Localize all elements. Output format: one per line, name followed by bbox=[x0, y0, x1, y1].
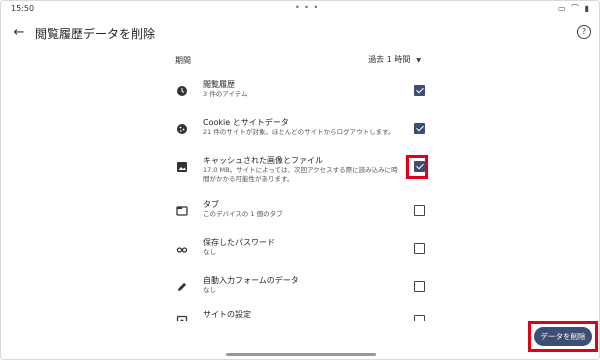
period-label: 期間 bbox=[175, 56, 191, 65]
page-title: 閲覧履歴データを削除 bbox=[35, 27, 156, 41]
item-title: サイトの設定 bbox=[203, 310, 251, 319]
checkbox[interactable] bbox=[414, 85, 425, 96]
key-icon bbox=[176, 247, 188, 253]
image-icon bbox=[177, 162, 187, 172]
item-subtitle: なし bbox=[203, 248, 216, 256]
dropdown-arrow-icon: ▼ bbox=[416, 57, 421, 64]
pencil-icon bbox=[178, 282, 187, 291]
list-item-cache[interactable]: キャッシュされた画像とファイル 17.0 MB。サイトによっては、次回アクセスす… bbox=[169, 151, 435, 189]
period-row: 期間 過去 1 時間 ▼ bbox=[169, 47, 435, 75]
list-item-cookies[interactable]: Cookie とサイトデータ 21 件のサイトが対象。ほとんどのサイトからログア… bbox=[169, 113, 435, 151]
tab-icon bbox=[176, 206, 188, 216]
cookie-icon bbox=[177, 124, 187, 134]
clear-data-list: 期間 過去 1 時間 ▼ 閲覧履歴 3 件のアイテム Cookie とサイトデータ… bbox=[169, 47, 435, 321]
period-dropdown[interactable]: 過去 1 時間 ▼ bbox=[368, 54, 421, 65]
delete-data-button[interactable]: データを削除 bbox=[534, 327, 592, 346]
item-title: 保存したパスワード bbox=[203, 238, 275, 247]
item-title: キャッシュされた画像とファイル bbox=[203, 156, 323, 165]
item-title: 閲覧履歴 bbox=[203, 80, 235, 89]
status-icons: ▭ ⌒ ▮ bbox=[555, 3, 589, 14]
checkbox[interactable] bbox=[414, 315, 425, 321]
list-item-tabs[interactable]: タブ このデバイスの 1 個のタブ bbox=[169, 195, 435, 233]
list-item-site-settings[interactable]: サイトの設定 bbox=[169, 305, 435, 321]
checkbox[interactable] bbox=[414, 243, 425, 254]
wifi-icon: ⌒ bbox=[571, 4, 580, 13]
status-dots: • • • bbox=[295, 3, 320, 12]
cache-checkbox-highlight bbox=[406, 155, 428, 179]
app-window: 15:50 • • • ▭ ⌒ ▮ ← 閲覧履歴データを削除 ? 期間 過去 1… bbox=[0, 0, 600, 360]
item-subtitle: なし bbox=[203, 286, 216, 294]
toolbar: ← 閲覧履歴データを削除 ? bbox=[1, 19, 599, 47]
item-subtitle: 21 件のサイトが対象。ほとんどのサイトからログアウトします。 bbox=[203, 128, 395, 136]
item-subtitle: このデバイスの 1 個のタブ bbox=[203, 210, 283, 218]
history-icon bbox=[177, 86, 187, 96]
checkbox[interactable] bbox=[414, 281, 425, 292]
item-title: Cookie とサイトデータ bbox=[203, 118, 289, 127]
screen-icon: ▭ bbox=[557, 4, 566, 13]
settings-icon bbox=[176, 315, 188, 321]
item-subtitle: 17.0 MB。サイトによっては、次回アクセスする際に読み込みに時間がかかる可能… bbox=[203, 166, 398, 183]
list-item-history[interactable]: 閲覧履歴 3 件のアイテム bbox=[169, 75, 435, 113]
checkbox[interactable] bbox=[414, 205, 425, 216]
item-title: タブ bbox=[203, 200, 219, 209]
help-icon[interactable]: ? bbox=[577, 25, 591, 39]
navigation-handle[interactable] bbox=[226, 353, 376, 356]
status-time: 15:50 bbox=[11, 4, 35, 13]
item-subtitle: 3 件のアイテム bbox=[203, 90, 248, 98]
status-bar: 15:50 • • • ▭ ⌒ ▮ bbox=[1, 1, 599, 19]
checkbox[interactable] bbox=[414, 123, 425, 134]
period-value: 過去 1 時間 bbox=[368, 55, 411, 64]
list-item-autofill[interactable]: 自動入力フォームのデータ なし bbox=[169, 271, 435, 309]
battery-icon: ▮ bbox=[584, 4, 589, 13]
item-title: 自動入力フォームのデータ bbox=[203, 276, 299, 285]
back-arrow-icon[interactable]: ← bbox=[9, 23, 29, 43]
list-item-passwords[interactable]: 保存したパスワード なし bbox=[169, 233, 435, 271]
